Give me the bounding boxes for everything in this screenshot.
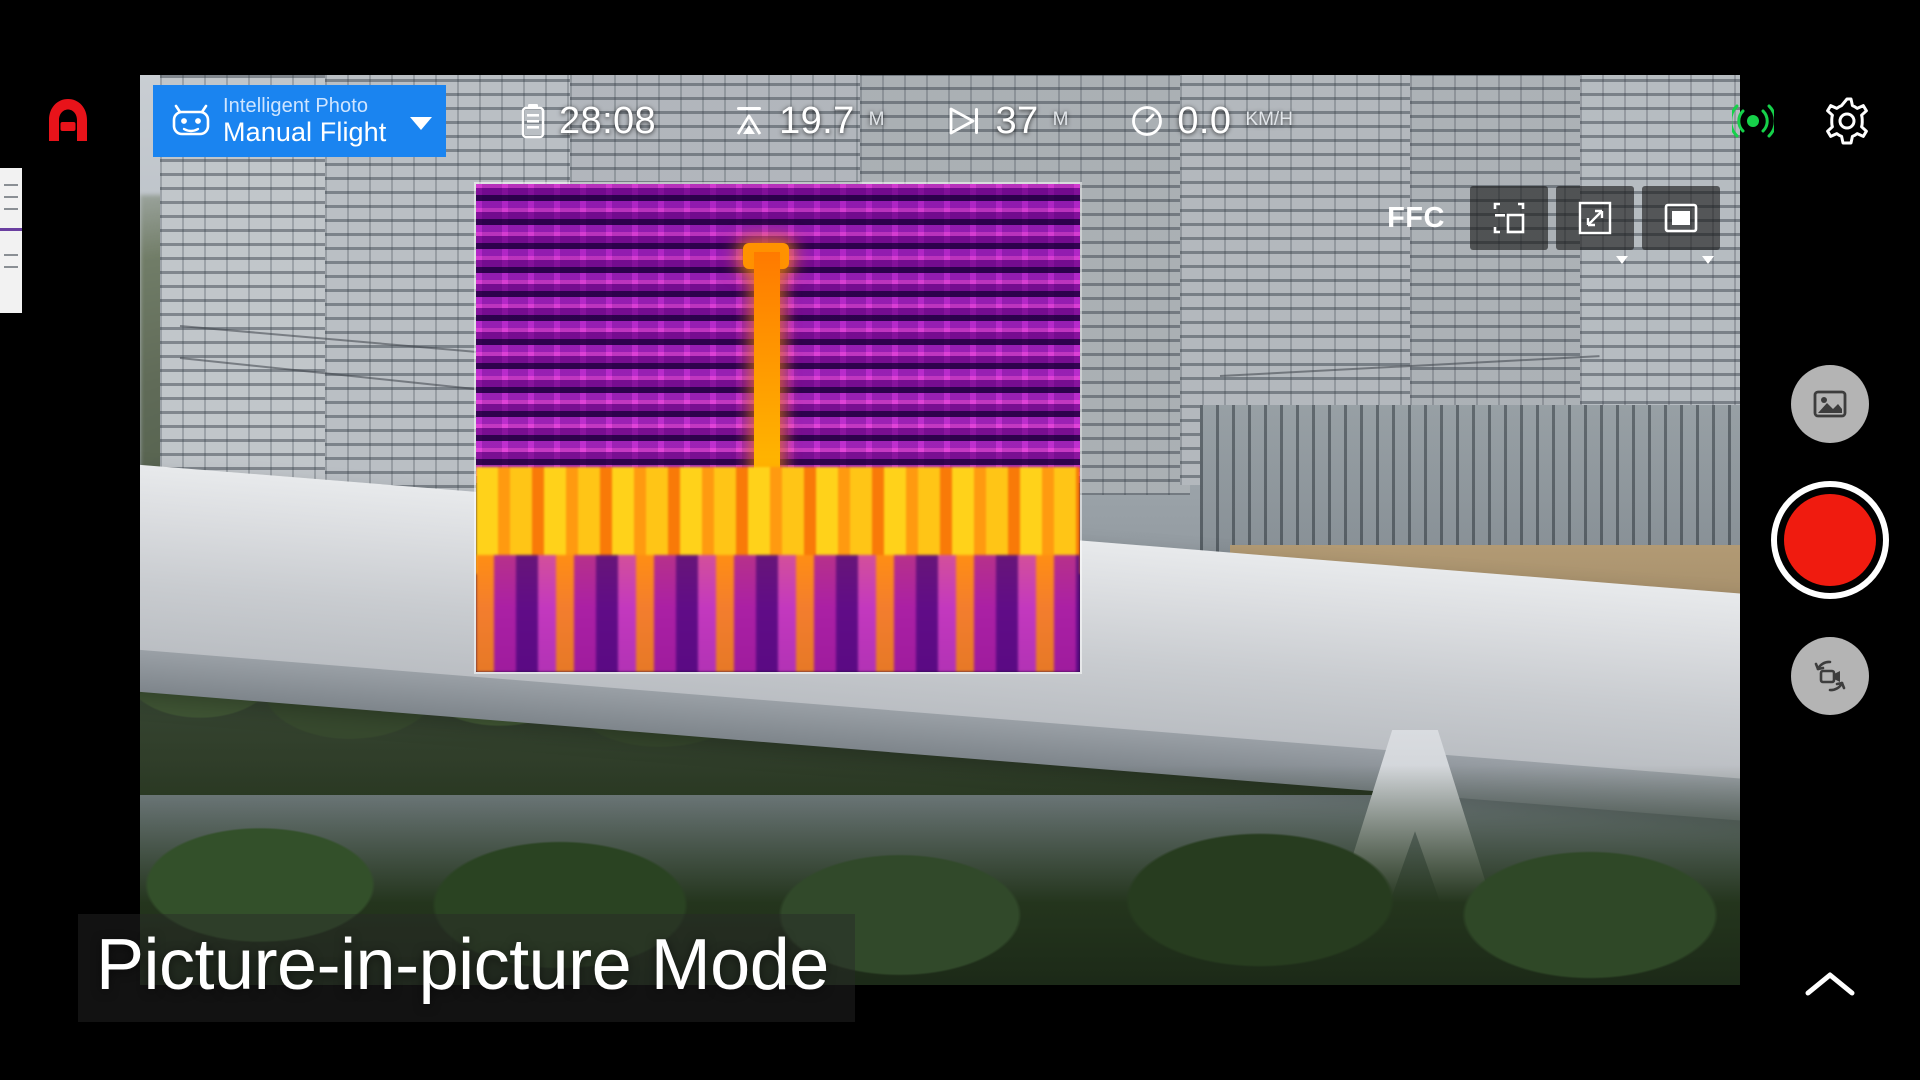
brand-a-logo[interactable]	[42, 95, 94, 147]
telemetry-bar: 28:08 19.7 M 37 M 0.0 KM/H	[520, 88, 1293, 154]
distance-icon	[946, 104, 982, 138]
battery-readout: 28:08	[520, 100, 670, 143]
altitude-icon	[732, 104, 766, 138]
camera-video-switch-icon	[1809, 656, 1851, 696]
flight-mode-subtitle: Intelligent Photo	[223, 94, 369, 117]
ffc-label: FFC	[1387, 201, 1445, 234]
camera-toolbar: FFC	[1370, 186, 1720, 264]
distance-value: 37	[995, 99, 1039, 142]
gamepad-icon	[171, 104, 211, 138]
chevron-down-icon[interactable]	[1616, 256, 1628, 264]
battery-icon	[520, 103, 546, 139]
chevron-down-icon[interactable]	[1702, 256, 1714, 264]
speed-value: 0.0	[1177, 99, 1232, 142]
expand-arrows-icon	[1577, 200, 1613, 236]
distance-unit: M	[1052, 108, 1069, 130]
gallery-image-icon	[1810, 384, 1850, 424]
camera-video-switch-button[interactable]	[1791, 637, 1869, 715]
chevron-down-icon[interactable]	[410, 116, 432, 130]
zoom-expand-button[interactable]	[1556, 186, 1634, 264]
speed-readout: 0.0 KM/H	[1130, 100, 1293, 143]
thermal-lower-region	[476, 554, 1080, 672]
chevron-up-icon	[1802, 968, 1858, 1002]
gear-icon[interactable]	[1822, 96, 1872, 146]
speed-icon	[1130, 104, 1164, 138]
drone-camera-screen: Intelligent Photo Manual Flight 28:08 19…	[0, 0, 1920, 1080]
collapse-panel-button[interactable]	[1802, 968, 1858, 1002]
caption-text: Picture-in-picture Mode	[96, 925, 829, 1005]
display-layout-button[interactable]	[1642, 186, 1720, 264]
pip-layout-icon	[1663, 200, 1699, 236]
caption-overlay: Picture-in-picture Mode	[78, 914, 855, 1022]
battery-value: 28:08	[559, 99, 657, 142]
gallery-button[interactable]	[1791, 365, 1869, 443]
altitude-readout: 19.7 M	[732, 100, 884, 143]
left-panel-peek[interactable]	[0, 168, 22, 313]
pip-corner-icon	[1491, 200, 1527, 236]
thermal-picture-in-picture[interactable]	[476, 184, 1080, 672]
ffc-button[interactable]: FFC	[1370, 186, 1462, 250]
distance-readout: 37 M	[946, 100, 1068, 143]
altitude-unit: M	[868, 108, 885, 130]
altitude-value: 19.7	[779, 99, 855, 142]
speed-unit: KM/H	[1245, 108, 1293, 130]
shutter-inner	[1784, 494, 1876, 586]
signal-strength-icon[interactable]	[1732, 100, 1774, 142]
shutter-button[interactable]	[1771, 481, 1889, 599]
camera-controls-rail	[1740, 0, 1920, 1080]
pip-position-button[interactable]	[1470, 186, 1548, 250]
flight-mode-title: Manual Flight	[223, 117, 387, 148]
flight-mode-selector[interactable]: Intelligent Photo Manual Flight	[153, 85, 446, 157]
